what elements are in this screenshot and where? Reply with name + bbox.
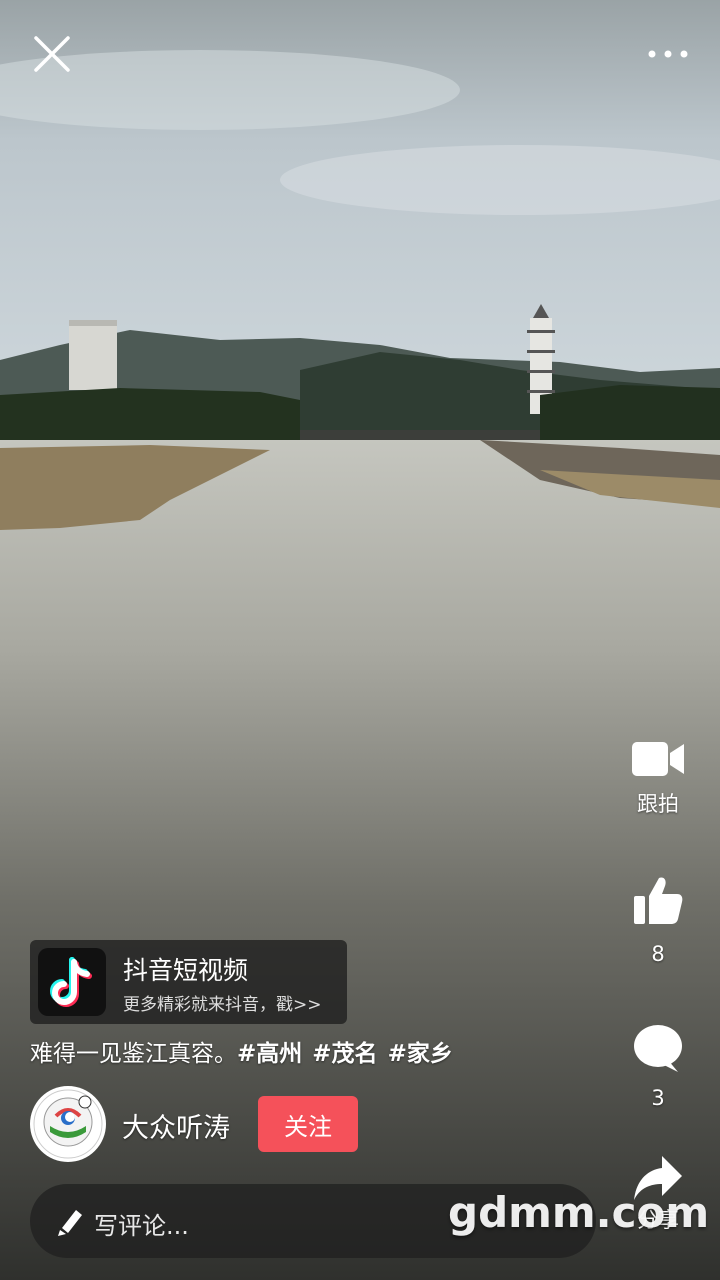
video-caption: 难得一见鉴江真容。#高州 #茂名 #家乡: [30, 1034, 453, 1068]
shoot-same-button[interactable]: 跟拍: [618, 738, 698, 818]
pencil-icon: [58, 1210, 82, 1236]
douyin-logo: [38, 948, 106, 1016]
douyin-promo-banner[interactable]: 抖音短视频 更多精彩就来抖音，戳>>: [30, 940, 347, 1024]
speech-bubble-icon: [634, 1025, 682, 1072]
close-icon: [34, 36, 70, 72]
comment-placeholder: 写评论...: [94, 1212, 189, 1240]
comment-count: 3: [651, 1086, 665, 1110]
close-button[interactable]: [30, 32, 74, 76]
hashtag[interactable]: #茂名: [312, 1041, 377, 1067]
like-button[interactable]: 8: [618, 874, 698, 966]
video-frame[interactable]: [0, 0, 720, 1280]
hashtag[interactable]: #家乡: [388, 1041, 453, 1067]
follow-button[interactable]: 关注: [258, 1096, 358, 1152]
like-count: 8: [651, 942, 665, 966]
author-avatar[interactable]: [30, 1086, 106, 1162]
more-icon: [648, 50, 688, 58]
caption-text: 难得一见鉴江真容。: [30, 1041, 237, 1067]
more-button[interactable]: [640, 36, 696, 72]
shoot-same-label: 跟拍: [637, 792, 679, 816]
hashtag[interactable]: #高州: [237, 1041, 302, 1067]
comment-button[interactable]: 3: [618, 1024, 698, 1110]
thumbs-up-icon: [634, 877, 683, 924]
author-name[interactable]: 大众听涛: [122, 1106, 230, 1145]
video-camera-icon: [632, 742, 684, 776]
site-watermark: gdmm.com: [448, 1188, 710, 1237]
promo-title: 抖音短视频: [123, 956, 249, 985]
promo-subtitle: 更多精彩就来抖音，戳>>: [123, 995, 322, 1015]
